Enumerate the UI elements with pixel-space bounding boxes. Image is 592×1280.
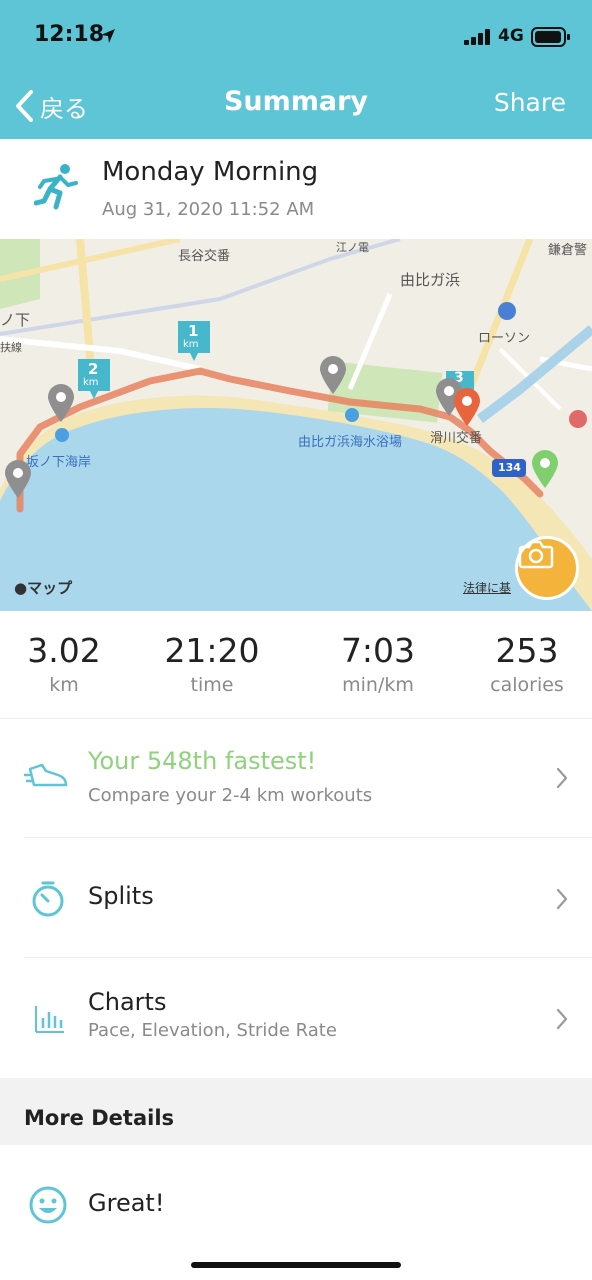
shoe-speed-icon — [24, 763, 68, 787]
running-icon — [34, 164, 78, 210]
map-label-kamakura: 鎌倉警 — [548, 243, 588, 258]
status-time: 12:18 — [34, 22, 105, 47]
stat-calories: 253 calories — [474, 631, 580, 696]
location-arrow-icon — [101, 29, 115, 43]
start-pin-icon — [532, 450, 558, 488]
legal-link[interactable]: 法律に基 — [463, 579, 511, 596]
smiley-icon — [29, 1186, 67, 1224]
activity-header: Monday Morning Aug 31, 2020 11:52 AM — [0, 139, 592, 239]
home-indicator[interactable] — [191, 1262, 401, 1268]
km-marker-2-unit: km — [83, 377, 99, 388]
activity-title: Monday Morning — [102, 157, 319, 187]
apple-logo-icon: ● — [14, 579, 28, 597]
km-marker-1-unit: km — [183, 339, 199, 350]
finish-pin-icon — [454, 388, 480, 426]
stopwatch-icon — [32, 881, 64, 917]
stats-row: 3.02 km 21:20 time 7:03 min/km 253 calor… — [0, 611, 592, 719]
charts-subtitle: Pace, Elevation, Stride Rate — [88, 1020, 337, 1041]
waypoint-pin-icon — [48, 384, 74, 422]
more-details-header: More Details — [0, 1078, 592, 1145]
feeling-label: Great! — [88, 1189, 165, 1217]
charts-title: Charts — [88, 988, 167, 1016]
map-label-namerikawa: 滑川交番 — [430, 431, 483, 446]
share-button[interactable]: Share — [494, 88, 566, 117]
stat-calories-value: 253 — [495, 631, 559, 670]
stat-pace-unit: min/km — [342, 674, 414, 696]
fastest-subtitle: Compare your 2-4 km workouts — [88, 785, 373, 806]
status-bar: 12:18 4G — [0, 0, 592, 72]
activity-date: Aug 31, 2020 11:52 AM — [102, 199, 315, 220]
fastest-title: Your 548th fastest! — [88, 747, 317, 775]
waypoint-pin-icon — [5, 460, 31, 498]
map-label-enoden: 江ノ電 — [336, 241, 369, 254]
more-details-label: More Details — [24, 1106, 175, 1130]
route-number-134: 134 — [498, 461, 521, 474]
stat-pace: 7:03 min/km — [322, 631, 434, 696]
map-label-sakanoshita: 坂ノ下海岸 — [26, 455, 92, 470]
camera-icon — [518, 540, 554, 569]
bar-chart-icon — [35, 1006, 64, 1033]
feeling-row[interactable]: Great! — [0, 1145, 592, 1260]
camera-button[interactable] — [515, 536, 579, 600]
map-canvas — [0, 239, 592, 611]
battery-icon — [531, 27, 570, 47]
top-bar: 12:18 4G 戻る Summary Share — [0, 0, 592, 139]
km-marker-2-number: 2 — [88, 360, 99, 378]
map-label-line: 扶線 — [0, 341, 22, 354]
charts-row[interactable]: Charts Pace, Elevation, Stride Rate — [0, 958, 592, 1078]
fastest-row[interactable]: Your 548th fastest! Compare your 2-4 km … — [0, 719, 592, 837]
chevron-right-icon — [556, 767, 568, 789]
stat-distance-value: 3.02 — [27, 631, 101, 670]
apple-maps-label: マップ — [27, 579, 73, 597]
cellular-signal-icon — [464, 29, 490, 45]
map-label-yuigahama: 由比ガ浜 — [400, 271, 461, 289]
stat-distance-unit: km — [49, 674, 79, 696]
chevron-right-icon — [556, 1008, 568, 1030]
stat-time: 21:20 time — [152, 631, 272, 696]
waypoint-pin-icon — [320, 356, 346, 394]
map-label-beach: 由比ガ浜海水浴場 — [298, 435, 403, 450]
apple-maps-attribution: ●マップ — [14, 577, 72, 598]
network-type: 4G — [498, 26, 524, 46]
splits-row[interactable]: Splits — [0, 838, 592, 957]
map-label-noshita: ノ下 — [0, 311, 31, 329]
map-label-hase: 長谷交番 — [178, 249, 231, 264]
chevron-right-icon — [556, 888, 568, 910]
map-label-lawson: ローソン — [478, 331, 531, 346]
stat-time-unit: time — [190, 674, 234, 696]
km-marker-1-number: 1 — [188, 322, 199, 340]
stat-time-value: 21:20 — [164, 631, 260, 670]
splits-title: Splits — [88, 882, 154, 910]
stat-pace-value: 7:03 — [340, 631, 416, 670]
stat-distance: 3.02 km — [14, 631, 114, 696]
stat-calories-unit: calories — [490, 674, 564, 696]
route-map[interactable]: 長谷交番 江ノ電 由比ガ浜 鎌倉警 ローソン ノ下 扶線 坂ノ下海岸 由比ガ浜海… — [0, 239, 592, 611]
